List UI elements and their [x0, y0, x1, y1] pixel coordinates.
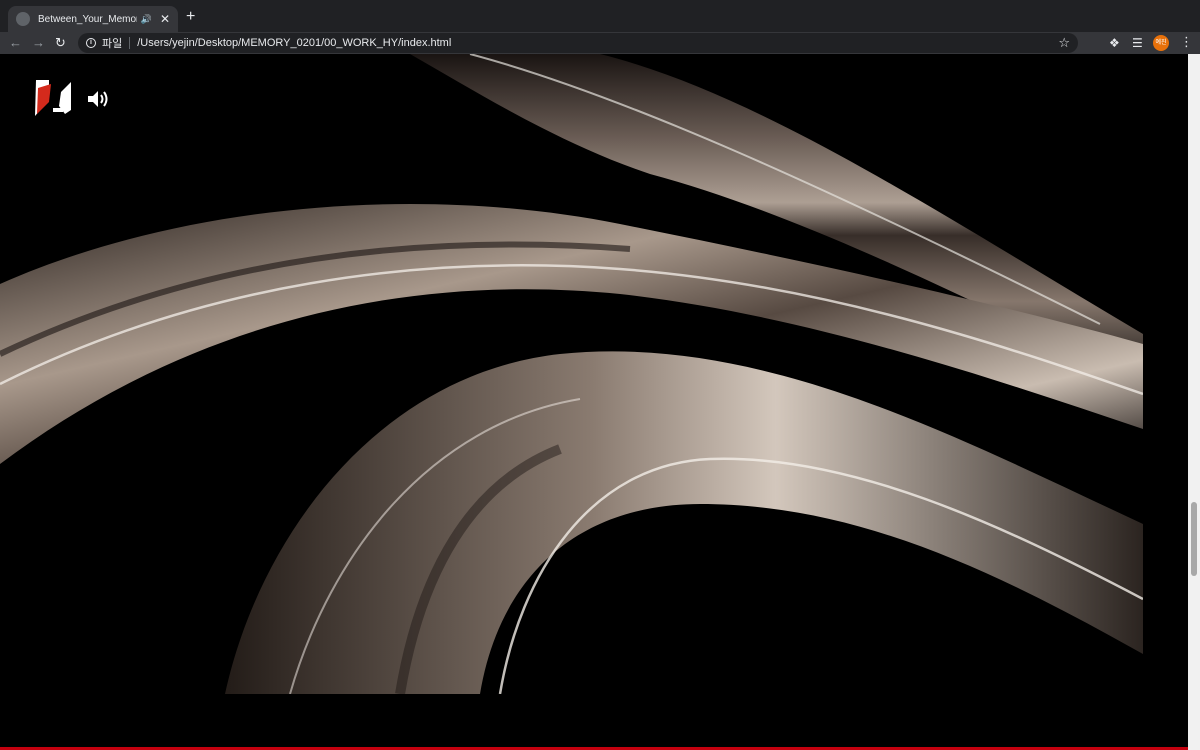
- tab-strip: Between_Your_Memories 🔊 ✕ +: [0, 0, 1200, 32]
- tab-close-icon[interactable]: ✕: [160, 13, 170, 25]
- address-scheme-label: 파일: [102, 38, 123, 50]
- info-icon[interactable]: i: [86, 38, 96, 48]
- tab-title: Between_Your_Memories: [38, 13, 137, 25]
- browser-toolbar: ← → ↻ i 파일 /Users/yejin/Desktop/MEMORY_0…: [0, 32, 1200, 54]
- back-icon[interactable]: ←: [9, 34, 22, 52]
- speaker-volume-icon[interactable]: [87, 89, 111, 109]
- page-scrollbar[interactable]: [1188, 54, 1200, 750]
- bookmark-star-icon[interactable]: ☆: [1058, 35, 1070, 51]
- address-bar[interactable]: i 파일 /Users/yejin/Desktop/MEMORY_0201/00…: [78, 33, 1078, 53]
- globe-icon: [16, 12, 30, 26]
- scrollbar-thumb[interactable]: [1191, 502, 1197, 576]
- forward-icon[interactable]: →: [32, 34, 45, 52]
- reload-icon[interactable]: ↻: [55, 34, 66, 52]
- address-url[interactable]: /Users/yejin/Desktop/MEMORY_0201/00_WORK…: [137, 37, 451, 49]
- address-divider: [129, 37, 131, 49]
- profile-avatar[interactable]: 예진: [1153, 35, 1169, 51]
- new-tab-icon[interactable]: +: [186, 9, 195, 25]
- chrome-tube-render: [0, 54, 1143, 694]
- logo-mark[interactable]: [35, 80, 75, 116]
- tab-active[interactable]: Between_Your_Memories 🔊 ✕: [8, 6, 178, 32]
- page-viewport: [0, 54, 1188, 750]
- tab-audio-icon[interactable]: 🔊: [141, 14, 152, 25]
- browser-menu-icon[interactable]: ⋮: [1180, 34, 1193, 50]
- media-queue-icon[interactable]: ☰: [1132, 35, 1143, 51]
- extensions-puzzle-icon[interactable]: ❖: [1109, 35, 1120, 51]
